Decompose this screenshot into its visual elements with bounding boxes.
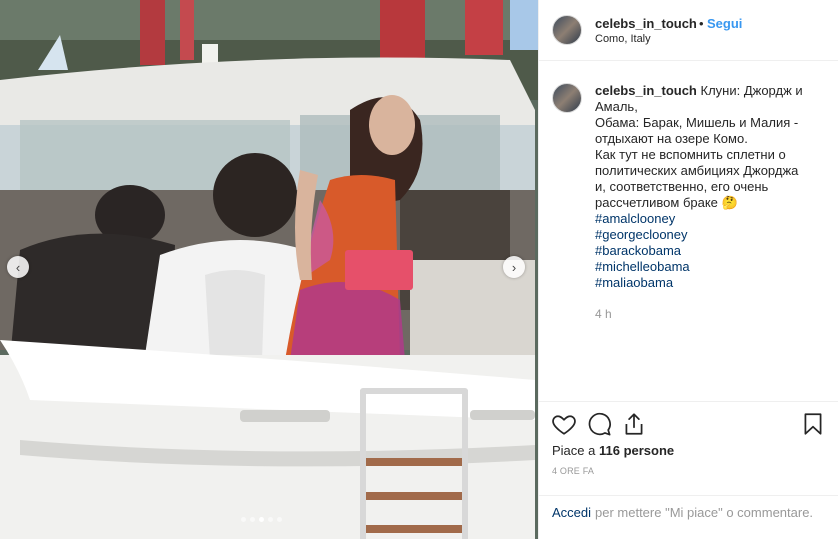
bookmark-icon: [804, 413, 822, 435]
caption-line: отдыхают на озере Комо.: [595, 131, 748, 146]
header-username[interactable]: celebs_in_touch: [595, 16, 697, 31]
share-button[interactable]: [621, 411, 647, 437]
likes-number: 116 persone: [598, 443, 675, 458]
post-header: celebs_in_touch • Segui Como, Italy: [539, 0, 838, 61]
login-link[interactable]: Accedi: [552, 505, 591, 520]
hashtag-link[interactable]: #michelleobama: [595, 259, 823, 275]
hashtag-link[interactable]: #barackobama: [595, 243, 823, 259]
post-location[interactable]: Como, Italy: [595, 33, 651, 45]
carousel-dot: [250, 517, 255, 522]
caption-line: Обама: Барак, Мишель и Малия -: [595, 115, 799, 130]
post-photo[interactable]: ‹ ›: [0, 0, 538, 539]
heart-icon: [552, 415, 576, 435]
share-icon: [625, 413, 643, 435]
hashtag-link[interactable]: #georgeclooney: [595, 227, 823, 243]
carousel-indicator: [241, 517, 282, 522]
likes-count[interactable]: Piace a 116 persone: [552, 443, 674, 458]
header-separator: •: [699, 16, 704, 31]
save-button[interactable]: [800, 411, 826, 437]
post-date: 4 ORE FA: [552, 466, 595, 476]
post-side-panel: celebs_in_touch • Segui Como, Italy cele…: [538, 0, 838, 539]
comment-icon: [588, 412, 611, 436]
caption-avatar[interactable]: [552, 83, 582, 113]
caption-line: Клуни: Джордж и: [700, 83, 803, 98]
photo-scene: [0, 0, 538, 539]
follow-button[interactable]: Segui: [707, 16, 742, 31]
chevron-left-icon: ‹: [15, 259, 21, 275]
carousel-dot: [241, 517, 246, 522]
carousel-prev-button[interactable]: ‹: [7, 256, 29, 278]
action-bar: Piace a 116 persone 4 ORE FA: [539, 401, 838, 495]
carousel-next-button[interactable]: ›: [503, 256, 525, 278]
login-prompt-text: per mettere "Mi piace" o commentare.: [595, 505, 814, 520]
caption-line: политических амбициях Джорджа: [595, 163, 799, 178]
caption-line: Амаль,: [595, 99, 638, 114]
comments-area: celebs_in_touch Клуни: Джордж и Амаль, О…: [539, 61, 838, 401]
carousel-dot-active: [259, 517, 264, 522]
carousel-dot: [277, 517, 282, 522]
caption-line: и, соответственно, его очень: [595, 179, 769, 194]
hashtag-link[interactable]: #maliaobama: [595, 275, 823, 291]
like-button[interactable]: [551, 411, 577, 437]
caption: celebs_in_touch Клуни: Джордж и Амаль, О…: [595, 83, 823, 291]
caption-line: рассчетливом браке 🤔: [595, 195, 738, 210]
caption-username[interactable]: celebs_in_touch: [595, 83, 697, 98]
caption-time: 4 h: [595, 307, 612, 321]
login-prompt: Accedi per mettere "Mi piace" o commenta…: [539, 495, 838, 539]
chevron-right-icon: ›: [511, 259, 517, 275]
comment-button[interactable]: [586, 411, 612, 437]
carousel-dot: [268, 517, 273, 522]
caption-line: Как тут не вспомнить сплетни о: [595, 147, 786, 162]
hashtag-link[interactable]: #amalclooney: [595, 211, 823, 227]
avatar[interactable]: [552, 15, 582, 45]
likes-prefix: Piace a: [552, 443, 599, 458]
